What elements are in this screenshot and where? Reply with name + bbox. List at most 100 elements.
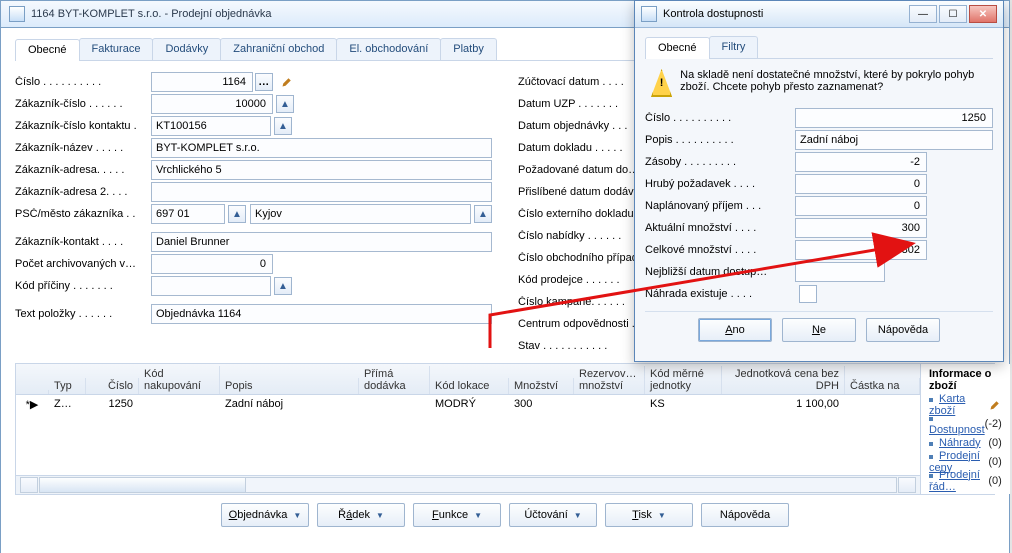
dlg-fld-hruby[interactable]: 0 <box>795 174 927 194</box>
tab-dodavky[interactable]: Dodávky <box>152 38 221 60</box>
cell-lok[interactable]: MODRÝ <box>430 398 509 410</box>
col-marker <box>16 390 49 394</box>
col-mn[interactable]: Množství <box>509 378 574 394</box>
lbl-psc: PSČ/město zákazníka . . <box>15 208 151 220</box>
dlg-lbl-naplan: Naplánovaný příjem . . . <box>645 200 795 212</box>
btn-ano[interactable]: Ano <box>698 318 772 342</box>
lbl-zak-adresa: Zákazník-adresa. . . . . <box>15 164 151 176</box>
close-icon[interactable]: ✕ <box>969 5 997 23</box>
fld-zk-kontakt[interactable]: Daniel Brunner <box>151 232 492 252</box>
tab-platby[interactable]: Platby <box>440 38 497 60</box>
btn-funkce[interactable]: Funkce▼ <box>413 503 501 527</box>
val-prad: (0) <box>988 475 1001 487</box>
availability-dialog: Kontrola dostupnosti — ☐ ✕ Obecné Filtry… <box>634 0 1004 362</box>
cell-popis[interactable]: Zadní náboj <box>220 398 359 410</box>
cell-cena[interactable]: 1 100,00 <box>722 398 845 410</box>
cell-typ[interactable]: Z… <box>49 398 86 410</box>
btn-dlg-napoveda[interactable]: Nápověda <box>866 318 940 342</box>
lookup-cislo-icon[interactable]: … <box>255 73 273 91</box>
fld-zak-adresa2[interactable] <box>151 182 492 202</box>
dialog-message: Na skladě není dostatečné množství, kter… <box>645 65 993 107</box>
col-prima[interactable]: Přímá dodávka <box>359 366 430 394</box>
minimize-icon[interactable]: — <box>909 5 937 23</box>
info-title: Informace o zboží <box>929 368 1002 392</box>
window-title: 1164 BYT-KOMPLET s.r.o. - Prodejní objed… <box>31 8 272 20</box>
btn-radek[interactable]: Řádek▼ <box>317 503 405 527</box>
col-kodnak[interactable]: Kód nakupování <box>139 366 220 394</box>
dlg-tab-filtry[interactable]: Filtry <box>709 36 759 58</box>
val-dostup: (-2) <box>985 418 1002 430</box>
btn-tisk[interactable]: Tisk▼ <box>605 503 693 527</box>
edit-karta-icon[interactable] <box>988 397 1002 413</box>
scroll-left-icon[interactable] <box>20 477 38 493</box>
lookup-mesto-icon[interactable]: ▲ <box>474 205 492 223</box>
tab-zahranicni[interactable]: Zahraniční obchod <box>220 38 337 60</box>
lookup-zak-cislo-icon[interactable]: ▲ <box>276 95 294 113</box>
dlg-lbl-zasoby: Zásoby . . . . . . . . . <box>645 156 795 168</box>
maximize-icon[interactable]: ☐ <box>939 5 967 23</box>
lookup-kodpric-icon[interactable]: ▲ <box>274 277 292 295</box>
link-nahrady[interactable]: Náhrady <box>939 437 981 449</box>
grid-body[interactable]: *▶ Z… 1250 Zadní náboj MODRÝ 300 KS 1 10… <box>16 395 920 475</box>
table-row[interactable]: *▶ Z… 1250 Zadní náboj MODRÝ 300 KS 1 10… <box>16 395 920 413</box>
dlg-tab-obecne[interactable]: Obecné <box>645 37 710 59</box>
chevron-down-icon: ▼ <box>293 511 301 520</box>
tab-fakturace[interactable]: Fakturace <box>79 38 154 60</box>
btn-ne[interactable]: Ne <box>782 318 856 342</box>
dlg-fld-aktual[interactable]: 300 <box>795 218 927 238</box>
tab-elobchod[interactable]: El. obchodování <box>336 38 441 60</box>
dlg-fld-cislo[interactable]: 1250 <box>795 108 993 128</box>
lbl-zak-nazev: Zákazník-název . . . . . <box>15 142 151 154</box>
fld-zak-nazev[interactable]: BYT-KOMPLET s.r.o. <box>151 138 492 158</box>
dialog-icon <box>641 6 657 22</box>
col-lok[interactable]: Kód lokace <box>430 378 509 394</box>
val-nahrady: (0) <box>988 437 1001 449</box>
col-castka[interactable]: Částka na <box>845 378 920 394</box>
btn-napoveda[interactable]: Nápověda <box>701 503 789 527</box>
lookup-zak-kontakt-icon[interactable]: ▲ <box>274 117 292 135</box>
dlg-lbl-nahrada: Náhrada existuje . . . . <box>645 288 795 300</box>
lbl-text: Text položky . . . . . . <box>15 308 151 320</box>
btn-objednavka[interactable]: Objednávka▼ <box>221 503 309 527</box>
dlg-lbl-cislo: Číslo . . . . . . . . . . <box>645 112 795 124</box>
cell-mn[interactable]: 300 <box>509 398 574 410</box>
fld-text[interactable]: Objednávka 1164 <box>151 304 492 324</box>
lookup-psc-icon[interactable]: ▲ <box>228 205 246 223</box>
lbl-zk-kontakt: Zákazník-kontakt . . . . <box>15 236 151 248</box>
scroll-thumb[interactable] <box>40 478 246 492</box>
fld-kodpric[interactable] <box>151 276 271 296</box>
fld-mesto[interactable]: Kyjov <box>250 204 471 224</box>
dlg-fld-zasoby[interactable]: -2 <box>795 152 927 172</box>
dlg-fld-popis[interactable]: Zadní náboj <box>795 130 993 150</box>
col-popis[interactable]: Popis <box>220 378 359 394</box>
chevron-down-icon: ▼ <box>474 511 482 520</box>
dialog-titlebar[interactable]: Kontrola dostupnosti — ☐ ✕ <box>635 1 1003 28</box>
fld-psc[interactable]: 697 01 <box>151 204 225 224</box>
col-merna[interactable]: Kód měrné jednotky <box>645 366 722 394</box>
fld-zak-kontakt-cislo[interactable]: KT100156 <box>151 116 271 136</box>
fld-cislo[interactable]: 1164 <box>151 72 253 92</box>
dlg-fld-celk[interactable]: -302 <box>795 240 927 260</box>
fld-zak-adresa[interactable]: Vrchlického 5 <box>151 160 492 180</box>
link-prad[interactable]: Prodejní řád… <box>929 469 980 493</box>
dlg-fld-naplan[interactable]: 0 <box>795 196 927 216</box>
cell-merna[interactable]: KS <box>645 398 722 410</box>
fld-zak-cislo[interactable]: 10000 <box>151 94 273 114</box>
col-cislo[interactable]: Číslo <box>86 378 139 394</box>
scroll-track[interactable] <box>39 477 897 493</box>
val-pceny: (0) <box>988 456 1001 468</box>
lbl-zak-adresa2: Zákazník-adresa 2. . . . <box>15 186 151 198</box>
dlg-chk-nahrada[interactable] <box>799 285 817 303</box>
fld-archiv[interactable]: 0 <box>151 254 273 274</box>
grid-hscrollbar[interactable] <box>16 475 920 494</box>
scroll-right-icon[interactable] <box>898 477 916 493</box>
col-rez[interactable]: Rezervov… množství <box>574 366 645 394</box>
app-icon <box>9 6 25 22</box>
col-typ[interactable]: Typ <box>49 378 86 394</box>
tab-obecne[interactable]: Obecné <box>15 39 80 61</box>
dlg-fld-nejbliz[interactable] <box>795 262 885 282</box>
col-cena[interactable]: Jednotková cena bez DPH <box>722 366 845 394</box>
btn-uctovani[interactable]: Účtování▼ <box>509 503 597 527</box>
edit-icon[interactable] <box>279 74 295 90</box>
cell-cislo[interactable]: 1250 <box>86 398 139 410</box>
